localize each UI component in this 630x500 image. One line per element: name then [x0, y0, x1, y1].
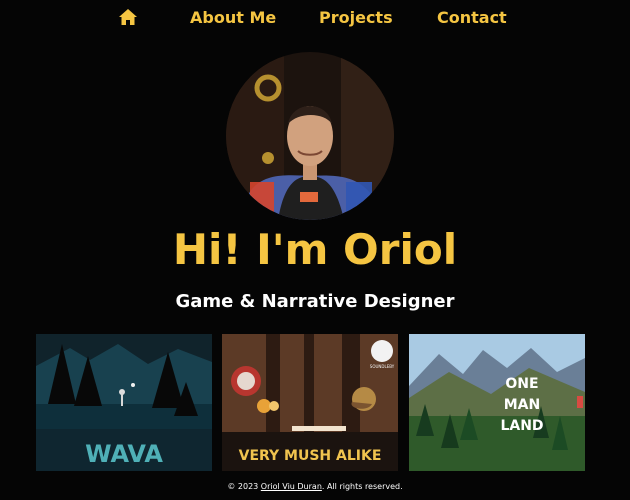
top-nav: About Me Projects Contact [0, 0, 630, 34]
project-card-one-man-land[interactable]: ONE MAN LAND [409, 334, 585, 471]
project-title: ONE MAN LAND [500, 376, 543, 434]
project-title-line1: ONE [505, 376, 538, 392]
project-title: WAVA [85, 440, 163, 468]
page-title: Hi! I'm Oriol [172, 225, 458, 274]
project-title: VERY MUSH ALIKE [239, 448, 382, 464]
footer-author-link[interactable]: Oriol Viu Duran [261, 482, 322, 491]
project-card-wava[interactable]: WAVA [36, 334, 212, 471]
home-icon [119, 9, 137, 25]
nav-projects-link[interactable]: Projects [319, 8, 393, 27]
project-card-very-mush-alike[interactable]: SOUNDLEBY VERY MUSH ALIKE [222, 334, 398, 471]
page-subtitle: Game & Narrative Designer [175, 291, 455, 312]
project-title-line3: LAND [500, 418, 543, 434]
footer-suffix: . All rights reserved. [321, 482, 403, 491]
footer-prefix: © 2023 [227, 482, 261, 491]
badge-text: SOUNDLEBY [370, 364, 395, 369]
nav-contact-link[interactable]: Contact [437, 8, 507, 27]
profile-photo [226, 52, 394, 220]
project-title-line2: MAN [504, 397, 540, 413]
footer: © 2023 Oriol Viu Duran. All rights reser… [0, 482, 630, 491]
nav-about-link[interactable]: About Me [190, 8, 276, 27]
nav-home-link[interactable] [118, 8, 138, 26]
